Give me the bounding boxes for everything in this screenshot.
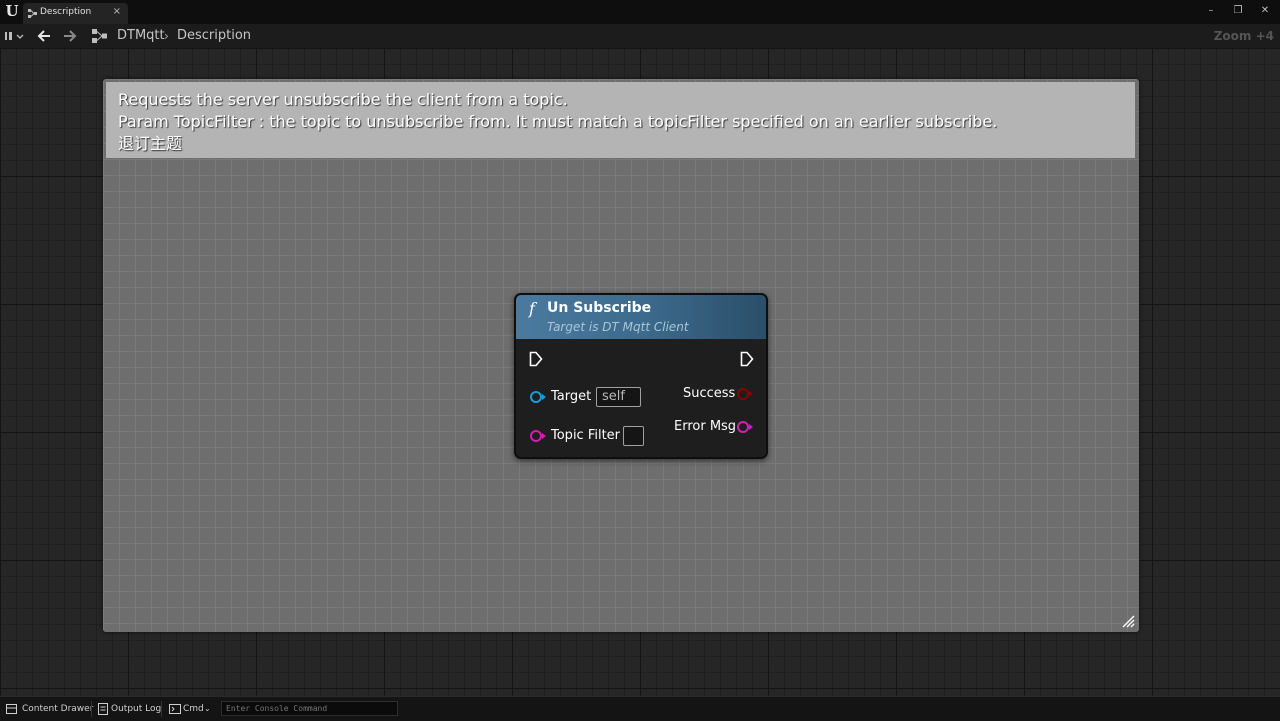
blueprint-graph-icon	[92, 29, 107, 43]
tab-description[interactable]: Description ×	[23, 3, 128, 24]
forward-arrow-icon[interactable]	[62, 29, 78, 43]
close-window-button[interactable]: ✕	[1258, 4, 1272, 18]
tab-label: Description	[40, 7, 92, 17]
node-header[interactable]: f Un Subscribe Target is DT Mqtt Client	[516, 295, 766, 339]
title-bar: U Description × – ❐ ✕	[0, 0, 1280, 24]
content-drawer-button[interactable]: Content Drawer	[22, 697, 93, 721]
target-pin-icon[interactable]	[529, 390, 547, 404]
graph-icon	[28, 9, 37, 18]
topic-filter-label: Topic Filter	[551, 428, 621, 443]
tab-close-icon[interactable]: ×	[113, 6, 121, 17]
comment-header[interactable]: Requests the server unsubscribe the clie…	[106, 82, 1135, 158]
restore-button[interactable]: ❐	[1231, 4, 1245, 18]
breadcrumb-root[interactable]: DTMqtt	[117, 24, 165, 48]
cmd-icon	[169, 704, 181, 714]
exec-out-pin-icon[interactable]	[740, 351, 754, 367]
success-pin-icon[interactable]	[736, 387, 754, 401]
status-bar: Content Drawer Output Log Cmd ⌄	[0, 696, 1280, 720]
comment-line-2: Param TopicFilter : the topic to unsubsc…	[118, 112, 998, 131]
back-arrow-icon[interactable]	[36, 29, 52, 43]
chevron-down-icon[interactable]: ⌄	[204, 697, 211, 721]
cmd-dropdown[interactable]: Cmd	[183, 697, 204, 721]
topic-filter-field[interactable]	[623, 426, 644, 446]
error-msg-pin-icon[interactable]	[736, 420, 754, 434]
comment-line-1: Requests the server unsubscribe the clie…	[118, 90, 568, 109]
node-subtitle: Target is DT Mqtt Client	[547, 320, 689, 334]
console-command-input[interactable]	[221, 701, 398, 716]
success-label: Success	[683, 386, 736, 401]
breadcrumb-separator-icon: ›	[164, 29, 169, 43]
target-value-field[interactable]: self	[596, 387, 641, 407]
zoom-level: Zoom +4	[1213, 29, 1274, 43]
comment-line-3: 退订主题	[118, 134, 183, 153]
history-dropdown-icon[interactable]	[4, 30, 26, 42]
graph-toolbar: DTMqtt › Description Zoom +4	[0, 24, 1280, 48]
output-log-button[interactable]: Output Log	[111, 697, 161, 721]
error-msg-label: Error Msg	[674, 419, 737, 434]
unsubscribe-node[interactable]: f Un Subscribe Target is DT Mqtt Client …	[514, 293, 768, 459]
function-icon: f	[529, 299, 535, 318]
topic-filter-pin-icon[interactable]	[529, 429, 547, 443]
resize-handle-icon[interactable]	[1121, 614, 1135, 628]
minimize-button[interactable]: –	[1204, 4, 1218, 18]
node-title: Un Subscribe	[547, 300, 652, 316]
exec-in-pin-icon[interactable]	[529, 351, 543, 367]
target-label: Target	[551, 389, 592, 404]
content-drawer-icon	[6, 704, 17, 714]
status-divider	[91, 701, 92, 717]
breadcrumb-current[interactable]: Description	[177, 24, 251, 48]
status-divider	[161, 701, 162, 717]
unreal-logo-icon: U	[5, 2, 19, 20]
output-log-icon	[98, 703, 108, 715]
